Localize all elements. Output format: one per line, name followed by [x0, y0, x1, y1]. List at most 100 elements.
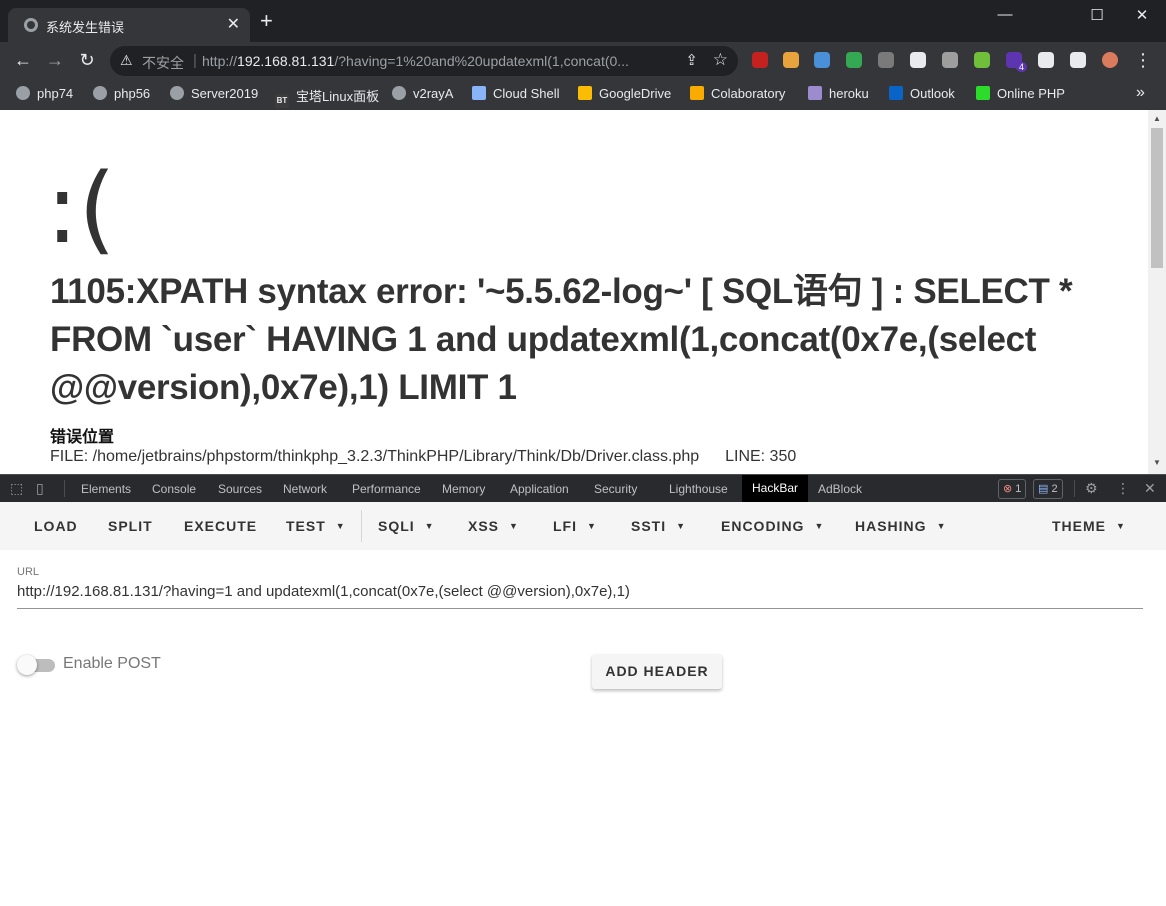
extension-icon[interactable]: [910, 52, 926, 68]
url-input[interactable]: http://192.168.81.131/?having=1 and upda…: [17, 583, 630, 600]
back-button[interactable]: ←: [12, 50, 34, 71]
extension-icon[interactable]: [942, 52, 958, 68]
hackbar-theme-button[interactable]: THEME ▼: [1052, 518, 1126, 534]
hackbar-button-label: THEME: [1052, 518, 1106, 534]
warning-icon[interactable]: ⚠: [120, 52, 133, 69]
minimize-button[interactable]: —: [990, 6, 1020, 23]
new-tab-button[interactable]: +: [260, 10, 273, 32]
bookmark-label: Outlook: [910, 86, 955, 101]
bookmark-label: Cloud Shell: [493, 86, 560, 101]
messages-badge[interactable]: ▤ 2: [1033, 479, 1063, 499]
extension-icon[interactable]: [783, 52, 799, 68]
star-icon[interactable]: ☆: [713, 50, 728, 70]
scroll-up-icon[interactable]: ▲: [1153, 114, 1161, 123]
hackbar-test-button[interactable]: TEST ▼: [286, 518, 346, 534]
bookmark-item[interactable]: Server2019: [170, 86, 258, 101]
drive-icon: [578, 86, 592, 100]
url-text[interactable]: http://192.168.81.131/?having=1%20and%20…: [202, 53, 629, 69]
page-content: :( 1105:XPATH syntax error: '~5.5.62-log…: [0, 110, 1148, 474]
hackbar-encoding-button[interactable]: ENCODING ▼: [721, 518, 824, 534]
devtools-tab-hackbar[interactable]: HackBar: [742, 475, 809, 502]
bookmark-item[interactable]: Colaboratory: [690, 86, 785, 101]
error-message: 1105:XPATH syntax error: '~5.5.62-log~' …: [50, 272, 1073, 407]
dropdown-caret-icon: ▼: [509, 521, 519, 531]
hackbar-xss-button[interactable]: XSS ▼: [468, 518, 519, 534]
devtools-tab-console[interactable]: Console: [152, 482, 196, 496]
hackbar-ssti-button[interactable]: SSTI ▼: [631, 518, 686, 534]
bookmark-item[interactable]: GoogleDrive: [578, 86, 671, 101]
devtools-tab-memory[interactable]: Memory: [442, 482, 485, 496]
extension-icon[interactable]: [1070, 52, 1086, 68]
devtools-tab-security[interactable]: Security: [594, 482, 637, 496]
devtools-tab-adblock[interactable]: AdBlock: [818, 482, 862, 496]
bt-icon: BT: [275, 94, 289, 108]
bookmarks-more-icon[interactable]: »: [1136, 84, 1145, 102]
devtools-tab-lighthouse[interactable]: Lighthouse: [669, 482, 728, 496]
security-label[interactable]: 不安全: [142, 53, 184, 73]
bookmark-item[interactable]: v2rayA: [392, 86, 453, 101]
hackbar-menu: LOAD SPLIT EXECUTE TEST ▼ SQLI ▼ XSS ▼ LFI ▼ SSTI ▼ E…: [0, 502, 1166, 550]
extension-icon[interactable]: [752, 52, 768, 68]
extension-badge: 4: [1016, 62, 1028, 72]
browser-menu-icon[interactable]: ⋮: [1134, 50, 1152, 71]
close-tab-icon[interactable]: ✕: [227, 14, 240, 34]
bookmark-item[interactable]: Online PHP: [976, 86, 1065, 101]
url-input-underline: [17, 608, 1143, 609]
hackbar-load-button[interactable]: LOAD: [34, 518, 78, 534]
bookmark-label: 宝塔Linux面板: [296, 89, 380, 104]
devtools-tab-application[interactable]: Application: [510, 482, 569, 496]
error-icon: ⊗: [1003, 483, 1013, 495]
close-window-button[interactable]: ✕: [1127, 6, 1157, 24]
hackbar-lfi-button[interactable]: LFI ▼: [553, 518, 597, 534]
hackbar-execute-button[interactable]: EXECUTE: [184, 518, 257, 534]
tab-title: 系统发生错误: [46, 20, 125, 35]
add-header-button[interactable]: ADD HEADER: [592, 654, 722, 689]
device-toolbar-icon[interactable]: ▯: [36, 480, 44, 497]
scrollbar-thumb[interactable]: [1151, 128, 1163, 268]
devtools-tab-elements[interactable]: Elements: [81, 482, 131, 496]
maximize-button[interactable]: ☐: [1082, 6, 1112, 24]
inspect-element-icon[interactable]: ⬚: [10, 480, 23, 497]
divider: |: [193, 52, 197, 69]
close-devtools-icon[interactable]: ✕: [1144, 480, 1156, 497]
bookmark-item[interactable]: Cloud Shell: [472, 86, 560, 101]
error-line: LINE: 350: [725, 448, 797, 465]
browser-tab[interactable]: 系统发生错误 ✕: [8, 8, 250, 42]
extension-icon[interactable]: [1102, 52, 1118, 68]
forward-button[interactable]: →: [44, 50, 66, 71]
hackbar-button-label: XSS: [468, 518, 500, 534]
bookmark-item[interactable]: Outlook: [889, 86, 955, 101]
extension-icon[interactable]: [846, 52, 862, 68]
page-scrollbar[interactable]: ▲ ▼: [1148, 110, 1166, 474]
terminal-icon: [472, 86, 486, 100]
globe-icon: [93, 86, 107, 100]
dropdown-caret-icon: ▼: [676, 521, 687, 531]
devtools-tab-network[interactable]: Network: [283, 482, 327, 496]
devtools-menu-icon[interactable]: ⋮: [1116, 480, 1130, 497]
address-bar[interactable]: ⚠ 不安全 | http://192.168.81.131/?having=1%…: [110, 46, 738, 76]
hackbar-sqli-button[interactable]: SQLI ▼: [378, 518, 435, 534]
hackbar-button-label: TEST: [286, 518, 326, 534]
extension-icon[interactable]: [814, 52, 830, 68]
devtools-tab-sources[interactable]: Sources: [218, 482, 262, 496]
bookmark-item[interactable]: heroku: [808, 86, 869, 101]
dropdown-caret-icon: ▼: [1116, 521, 1126, 531]
extension-icon[interactable]: [974, 52, 990, 68]
bookmark-item[interactable]: php56: [93, 86, 150, 101]
enable-post-toggle-knob[interactable]: [17, 655, 37, 675]
errors-badge[interactable]: ⊗ 1: [998, 479, 1027, 499]
reload-button[interactable]: ↻: [76, 50, 98, 71]
scroll-down-icon[interactable]: ▼: [1153, 458, 1161, 467]
hackbar-hashing-button[interactable]: HASHING ▼: [855, 518, 946, 534]
bookmark-item[interactable]: BT 宝塔Linux面板: [275, 86, 379, 108]
globe-icon: [170, 86, 184, 100]
extension-icon[interactable]: [1038, 52, 1054, 68]
extension-icon[interactable]: [878, 52, 894, 68]
bookmark-item[interactable]: php74: [16, 86, 73, 101]
share-icon[interactable]: ⇪: [685, 51, 698, 69]
hackbar-split-button[interactable]: SPLIT: [108, 518, 153, 534]
settings-gear-icon[interactable]: ⚙: [1085, 480, 1098, 497]
hackbar-button-label: LOAD: [34, 518, 78, 534]
devtools-tab-performance[interactable]: Performance: [352, 482, 421, 496]
divider: [64, 480, 65, 497]
